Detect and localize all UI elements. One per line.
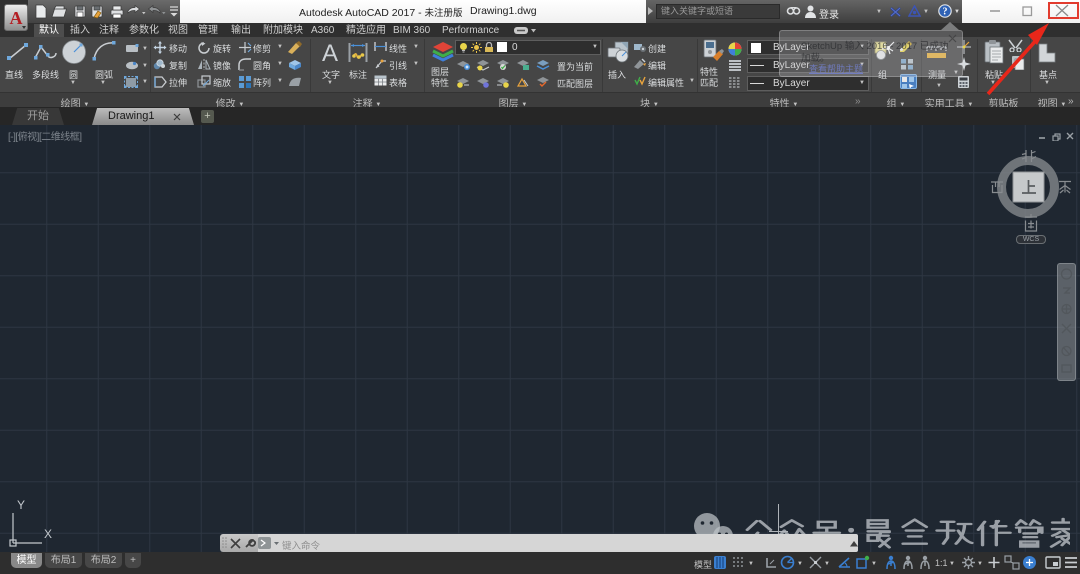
svg-text:?: ? <box>943 7 948 18</box>
svg-text:X: X <box>44 527 52 541</box>
svg-text:Y: Y <box>17 498 25 512</box>
svg-text:A: A <box>10 8 23 28</box>
svg-text:A: A <box>322 40 338 65</box>
